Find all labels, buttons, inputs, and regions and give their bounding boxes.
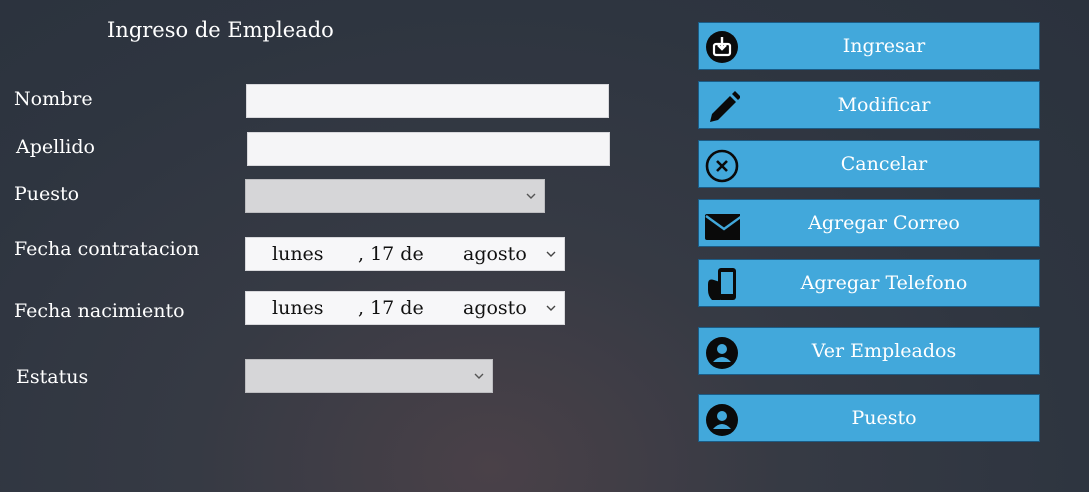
fecha-nacimiento-label: Fecha nacimiento bbox=[14, 300, 185, 322]
nombre-input[interactable] bbox=[246, 84, 609, 118]
fecha-contratacion-day: , 17 de bbox=[358, 243, 424, 265]
nombre-label: Nombre bbox=[14, 88, 93, 110]
fecha-nacimiento-day-name: lunes bbox=[272, 297, 324, 319]
modificar-button[interactable]: Modificar bbox=[698, 81, 1040, 129]
agregar-correo-button[interactable]: Agregar Correo bbox=[698, 199, 1040, 247]
chevron-down-icon[interactable] bbox=[544, 247, 558, 261]
cancelar-button[interactable]: Cancelar bbox=[698, 140, 1040, 188]
cancelar-label: Cancelar bbox=[840, 153, 928, 175]
estatus-label: Estatus bbox=[16, 366, 89, 388]
ver-empleados-button[interactable]: Ver Empleados bbox=[698, 327, 1040, 375]
ingresar-button[interactable]: Ingresar bbox=[698, 22, 1040, 70]
puesto-select[interactable] bbox=[245, 179, 545, 213]
ver-empleados-label: Ver Empleados bbox=[811, 340, 957, 362]
fecha-contratacion-month: agosto bbox=[463, 243, 527, 265]
puesto-button-label: Puesto bbox=[851, 407, 917, 429]
ingresar-label: Ingresar bbox=[842, 35, 926, 57]
apellido-label: Apellido bbox=[16, 136, 95, 158]
apellido-input[interactable] bbox=[247, 132, 610, 166]
chevron-down-icon bbox=[526, 193, 536, 199]
fecha-contratacion-day-name: lunes bbox=[272, 243, 324, 265]
chevron-down-icon bbox=[474, 373, 484, 379]
estatus-select[interactable] bbox=[245, 359, 493, 393]
agregar-telefono-label: Agregar Telefono bbox=[800, 272, 968, 294]
puesto-button[interactable]: Puesto bbox=[698, 394, 1040, 442]
agregar-telefono-button[interactable]: Agregar Telefono bbox=[698, 259, 1040, 307]
fecha-contratacion-label: Fecha contratacion bbox=[14, 238, 200, 260]
modificar-label: Modificar bbox=[837, 94, 931, 116]
fecha-nacimiento-month: agosto bbox=[463, 297, 527, 319]
fecha-nacimiento-day: , 17 de bbox=[358, 297, 424, 319]
form-title: Ingreso de Empleado bbox=[107, 18, 334, 42]
agregar-correo-label: Agregar Correo bbox=[808, 212, 960, 234]
fecha-nacimiento-picker[interactable]: lunes , 17 de agosto bbox=[245, 291, 565, 325]
puesto-label: Puesto bbox=[14, 183, 80, 205]
chevron-down-icon[interactable] bbox=[544, 301, 558, 315]
fecha-contratacion-picker[interactable]: lunes , 17 de agosto bbox=[245, 237, 565, 271]
